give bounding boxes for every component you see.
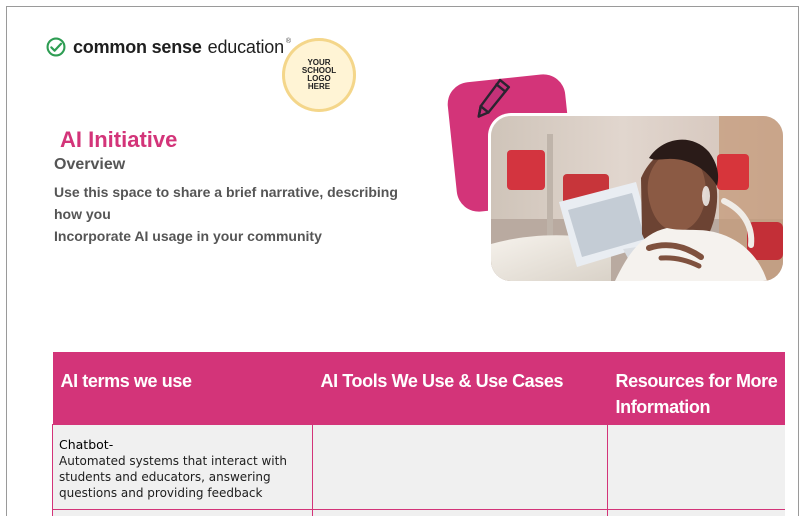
table-row: Chatbot- Automated systems that interact… (52, 423, 785, 510)
pencil-icon (477, 78, 511, 118)
term-cell[interactable]: Chatbot- Automated systems that interact… (52, 423, 313, 510)
header-resources: Resources for More Information (607, 352, 785, 424)
document-page: common sense education ® YOUR SCHOOL LOG… (0, 0, 806, 516)
table-row-partial (52, 508, 785, 516)
classroom-photo-illustration (491, 116, 783, 281)
school-logo-text: YOUR SCHOOL LOGO HERE (295, 59, 343, 91)
header-ai-terms: AI terms we use (52, 352, 313, 424)
narrative-line-3: Incorporate AI usage in your community (54, 228, 322, 244)
partial-resources-cell[interactable] (607, 508, 785, 516)
school-logo-line: HERE (307, 82, 331, 91)
resources-cell[interactable] (607, 423, 785, 510)
partial-term-cell[interactable] (52, 508, 313, 516)
brand-name-bold: common sense (73, 36, 202, 57)
narrative-text: Use this space to share a brief narrativ… (54, 181, 444, 247)
overview-heading: Overview (54, 156, 126, 173)
term-description: Automated systems that interact with stu… (59, 453, 287, 500)
narrative-line-2: how you (54, 206, 111, 222)
ai-terms-table: AI terms we use AI Tools We Use & Use Ca… (52, 352, 785, 516)
table-header-row: AI terms we use AI Tools We Use & Use Ca… (52, 352, 785, 424)
partial-tools-cell[interactable] (312, 508, 608, 516)
teacher-laptop-photo (491, 116, 783, 281)
narrative-line-1: Use this space to share a brief narrativ… (54, 184, 398, 200)
brand-logo: common sense education ® (45, 36, 291, 58)
school-logo-placeholder: YOUR SCHOOL LOGO HERE (282, 38, 356, 112)
term-name: Chatbot- (59, 436, 114, 452)
ai-initiative-table: AI terms we use AI Tools We Use & Use Ca… (52, 352, 785, 516)
brand-name-light: education (207, 36, 284, 57)
check-circle-icon (46, 37, 66, 57)
tools-cell[interactable] (312, 423, 608, 510)
page-title: AI Initiative (60, 127, 178, 152)
registered-mark: ® (285, 37, 292, 45)
header-ai-tools: AI Tools We Use & Use Cases (312, 352, 608, 424)
